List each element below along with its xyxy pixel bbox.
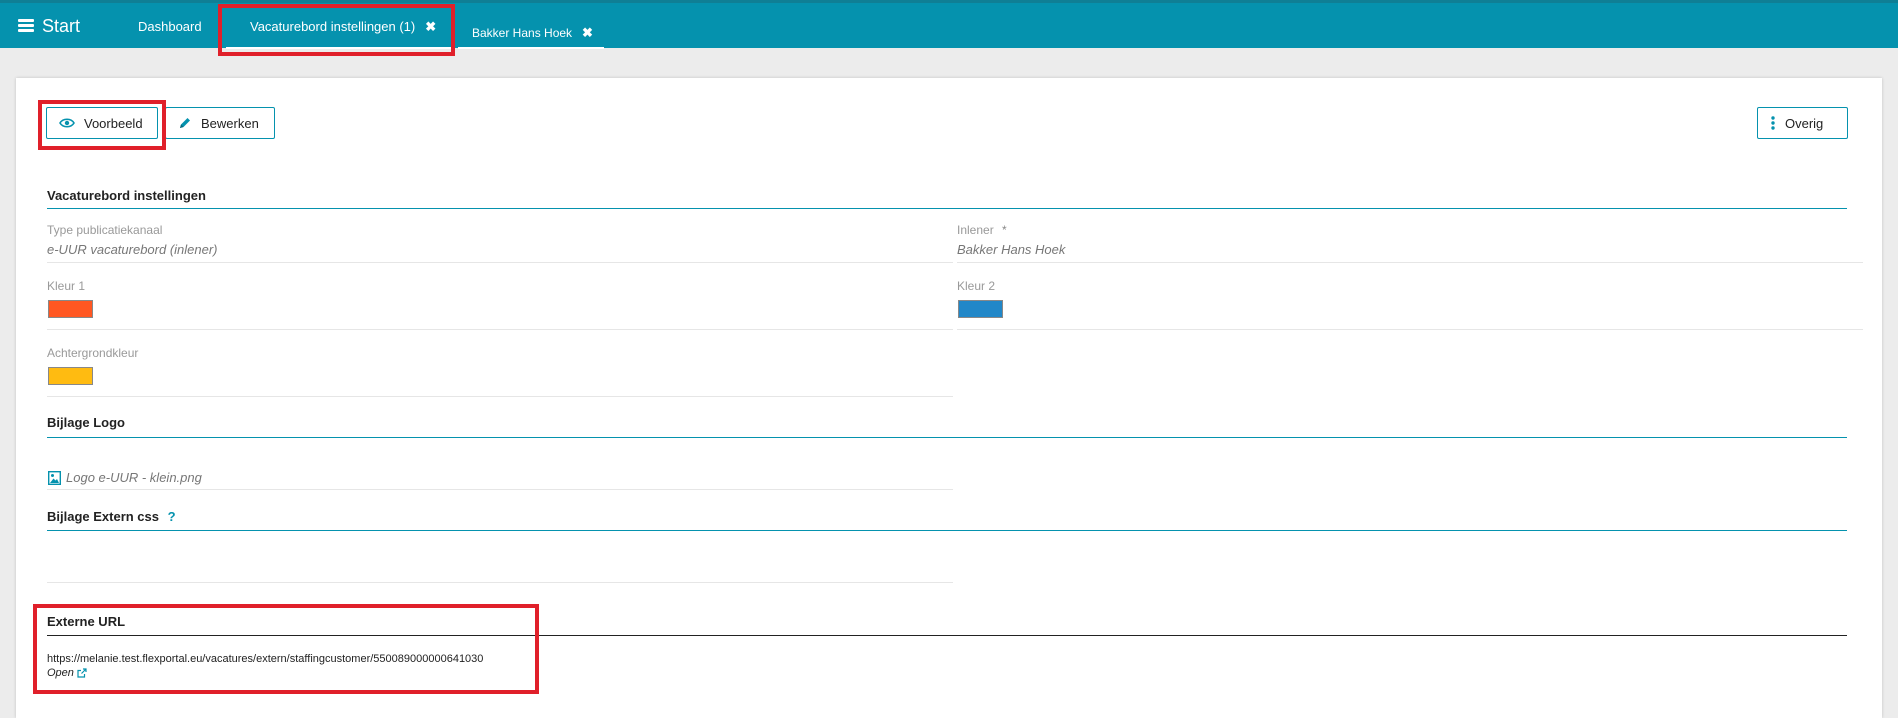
tab-bakker-hans-hoek[interactable]: Bakker Hans Hoek ✖ [472,25,593,41]
kleur2-label: Kleur 2 [957,279,996,293]
logo-attachment[interactable]: Logo e-UUR - klein.png [48,470,202,485]
inlener-label: Inlener * [957,223,1007,237]
field-divider [957,262,1863,263]
section-title-text: Bijlage Extern css [47,509,159,524]
achtergrondkleur-label: Achtergrondkleur [47,346,139,360]
tab-dashboard[interactable]: Dashboard [138,19,202,34]
field-divider [957,329,1863,330]
section-divider [47,530,1847,531]
tab-label: Dashboard [138,19,202,34]
achtergrondkleur-swatch [48,367,93,385]
type-publicatiekanaal-value: e-UUR vacaturebord (inlener) [47,242,218,257]
tab-label: Bakker Hans Hoek [472,26,573,40]
hamburger-menu-icon[interactable] [18,19,34,32]
tab-indicator [458,47,604,49]
required-marker: * [1002,223,1007,237]
kleur1-swatch [48,300,93,318]
image-file-icon [48,470,61,485]
inlener-value: Bakker Hans Hoek [957,242,1066,257]
highlight-box-preview-button [38,100,166,150]
type-publicatiekanaal-label: Type publicatiekanaal [47,223,163,237]
field-divider [47,262,953,263]
section-divider [47,437,1847,438]
kleur2-swatch [958,300,1003,318]
more-button-label: Overig [1785,115,1824,131]
help-icon[interactable]: ? [168,509,176,524]
more-button[interactable]: Overig [1757,107,1848,139]
edit-button-label: Bewerken [201,115,259,131]
edit-button[interactable]: Bewerken [165,107,275,139]
field-divider [47,582,953,583]
inlener-label-text: Inlener [957,223,994,237]
section-divider [47,208,1847,209]
logo-file-name: Logo e-UUR - klein.png [66,470,202,485]
kleur1-label: Kleur 1 [47,279,86,293]
field-divider [47,489,953,490]
highlight-box-tab [218,4,455,56]
field-divider [47,396,953,397]
field-divider [47,329,953,330]
section-title-logo: Bijlage Logo [47,415,125,430]
section-title-settings: Vacaturebord instellingen [47,188,206,203]
pencil-icon [180,118,190,128]
close-icon[interactable]: ✖ [582,25,593,41]
section-title-extern-css: Bijlage Extern css ? [47,509,176,524]
start-link[interactable]: Start [42,16,80,37]
vertical-dots-icon [1771,116,1775,130]
highlight-box-externe-url [33,604,539,694]
